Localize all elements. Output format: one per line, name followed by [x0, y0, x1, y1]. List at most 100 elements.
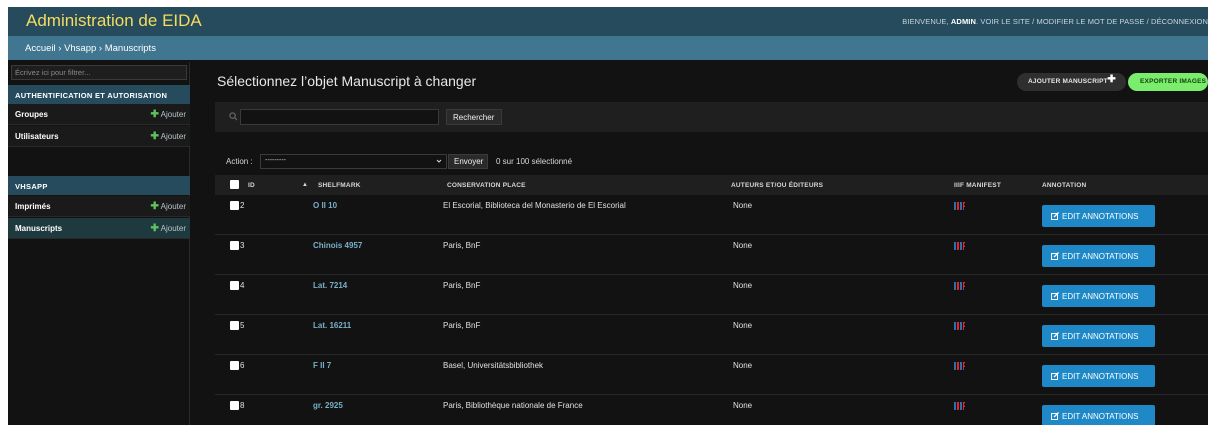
select-all-checkbox[interactable]: [230, 180, 239, 189]
header: Administration de EIDA BIENVENUE, ADMIN.…: [8, 7, 1208, 36]
add-groupes-link[interactable]: ✚ Ajouter: [150, 109, 186, 120]
row-checkbox[interactable]: [230, 281, 239, 290]
sidebar-item-label[interactable]: Groupes: [15, 110, 48, 119]
plus-icon: ✚: [150, 109, 159, 120]
plus-icon: ✚: [150, 201, 159, 212]
logout-link[interactable]: DÉCONNEXION: [1151, 17, 1208, 26]
edit-annotations-button[interactable]: EDIT ANNOTATIONS: [1042, 285, 1155, 307]
table-row: 2 O II 10 El Escorial, Biblioteca del Mona…: [215, 195, 1208, 235]
action-counter: 0 sur 100 sélectionné: [496, 157, 573, 166]
cell-authors: None: [733, 401, 753, 410]
add-utilisateurs-link[interactable]: ✚ Ajouter: [150, 131, 186, 142]
column-header-shelfmark[interactable]: SHELFMARK: [318, 182, 361, 189]
cell-authors: None: [733, 201, 753, 210]
edit-icon: [1051, 412, 1059, 420]
iiif-logo-icon[interactable]: [954, 241, 965, 251]
column-header-authors[interactable]: AUTEURS ET/OU ÉDITEURS: [731, 182, 823, 189]
table-row: 5 Lat. 16211 Paris, BnF None EDIT ANNOTATION…: [215, 315, 1208, 355]
change-password-link[interactable]: MODIFIER LE MOT DE PASSE: [1037, 17, 1145, 26]
sidebar-item-label[interactable]: Utilisateurs: [15, 132, 59, 141]
sidebar-item-manuscripts[interactable]: Manuscripts ✚ Ajouter: [8, 218, 190, 239]
iiif-logo-icon[interactable]: [954, 401, 965, 411]
search-input[interactable]: [240, 109, 439, 125]
view-site-link[interactable]: VOIR LE SITE: [980, 17, 1030, 26]
column-header-place[interactable]: CONSERVATION PLACE: [447, 182, 526, 189]
edit-annotations-label: EDIT ANNOTATIONS: [1062, 332, 1139, 341]
edit-annotations-label: EDIT ANNOTATIONS: [1062, 372, 1139, 381]
add-label: Ajouter: [160, 110, 186, 119]
module-caption-vhsapp[interactable]: VHSAPP: [8, 176, 190, 195]
shelfmark-link[interactable]: gr. 2925: [313, 401, 343, 410]
sidebar-item-utilisateurs[interactable]: Utilisateurs ✚ Ajouter: [8, 126, 190, 147]
add-label: Ajouter: [160, 132, 186, 141]
edit-icon: [1051, 292, 1059, 300]
row-checkbox[interactable]: [230, 201, 239, 210]
cell-conservation-place: Paris, BnF: [443, 241, 481, 250]
shelfmark-link[interactable]: Chinois 4957: [313, 241, 362, 250]
sidebar-item-groupes[interactable]: Groupes ✚ Ajouter: [8, 104, 190, 125]
sidebar-item-imprimes[interactable]: Imprimés ✚ Ajouter: [8, 196, 190, 217]
chevron-down-icon: [436, 159, 442, 163]
add-manuscript-button[interactable]: AJOUTER MANUSCRIPT ✚: [1017, 73, 1126, 91]
cell-conservation-place: Basel, Universitätsbibliothek: [443, 361, 544, 370]
edit-icon: [1051, 252, 1059, 260]
cell-conservation-place: El Escorial, Biblioteca del Monasterio d…: [443, 201, 626, 210]
edit-icon: [1051, 332, 1059, 340]
plus-icon: ✚: [1107, 74, 1116, 85]
cell-id: 6: [240, 361, 245, 370]
edit-annotations-button[interactable]: EDIT ANNOTATIONS: [1042, 205, 1155, 227]
welcome-text: BIENVENUE,: [902, 17, 949, 26]
search-button[interactable]: Rechercher: [446, 109, 502, 125]
page-title: Sélectionnez l’objet Manuscript à change…: [217, 73, 477, 89]
row-checkbox[interactable]: [230, 241, 239, 250]
shelfmark-link[interactable]: F II 7: [313, 361, 331, 370]
edit-annotations-button[interactable]: EDIT ANNOTATIONS: [1042, 245, 1155, 267]
cell-conservation-place: Paris, BnF: [443, 281, 481, 290]
row-checkbox[interactable]: [230, 361, 239, 370]
edit-annotations-button[interactable]: EDIT ANNOTATIONS: [1042, 405, 1155, 425]
search-icon: [229, 112, 238, 121]
plus-icon: ✚: [150, 223, 159, 234]
actions-bar: Action : --------- Envoyer 0 sur 100 sél…: [215, 151, 1208, 173]
shelfmark-link[interactable]: Lat. 7214: [313, 281, 347, 290]
search-toolbar: Rechercher: [215, 102, 1208, 132]
sidebar-item-label[interactable]: Imprimés: [15, 202, 51, 211]
edit-annotations-label: EDIT ANNOTATIONS: [1062, 212, 1139, 221]
shelfmark-link[interactable]: Lat. 16211: [313, 321, 351, 330]
add-label: Ajouter: [160, 202, 186, 211]
add-imprimes-link[interactable]: ✚ Ajouter: [150, 201, 186, 212]
add-manuscripts-link[interactable]: ✚ Ajouter: [150, 223, 186, 234]
shelfmark-link[interactable]: O II 10: [313, 201, 337, 210]
row-checkbox[interactable]: [230, 321, 239, 330]
cell-id: 3: [240, 241, 245, 250]
go-button[interactable]: Envoyer: [448, 154, 488, 169]
username: ADMIN: [950, 17, 976, 26]
cell-id: 5: [240, 321, 245, 330]
cell-conservation-place: Paris, BnF: [443, 321, 481, 330]
column-header-id[interactable]: ID: [248, 182, 255, 189]
row-checkbox[interactable]: [230, 401, 239, 410]
edit-icon: [1051, 372, 1059, 380]
action-select[interactable]: ---------: [260, 154, 447, 169]
cell-authors: None: [733, 361, 753, 370]
cell-authors: None: [733, 321, 753, 330]
site-branding[interactable]: Administration de EIDA: [26, 11, 202, 31]
iiif-logo-icon[interactable]: [954, 321, 965, 331]
breadcrumb[interactable]: Accueil › Vhsapp › Manuscripts: [8, 36, 1208, 60]
edit-annotations-button[interactable]: EDIT ANNOTATIONS: [1042, 325, 1155, 347]
module-caption-auth[interactable]: AUTHENTIFICATION ET AUTORISATION: [8, 85, 190, 104]
sort-ascending-icon[interactable]: ▲: [302, 182, 308, 188]
iiif-logo-icon[interactable]: [954, 201, 965, 211]
sidebar-item-label[interactable]: Manuscripts: [15, 224, 62, 233]
table-row: 4 Lat. 7214 Paris, BnF None EDIT ANNOTATIONS: [215, 275, 1208, 315]
export-images-button[interactable]: EXPORTER IMAGES: [1128, 73, 1208, 91]
column-header-annotation[interactable]: ANNOTATION: [1042, 182, 1086, 189]
sidebar-filter-input[interactable]: Écrivez ici pour filtrer...: [11, 65, 187, 80]
cell-authors: None: [733, 281, 753, 290]
table-row: 6 F II 7 Basel, Universitätsbibliothek None…: [215, 355, 1208, 395]
edit-annotations-label: EDIT ANNOTATIONS: [1062, 412, 1139, 421]
edit-annotations-button[interactable]: EDIT ANNOTATIONS: [1042, 365, 1155, 387]
iiif-logo-icon[interactable]: [954, 361, 965, 371]
iiif-logo-icon[interactable]: [954, 281, 965, 291]
column-header-iiif[interactable]: IIIF MANIFEST: [954, 182, 1001, 189]
